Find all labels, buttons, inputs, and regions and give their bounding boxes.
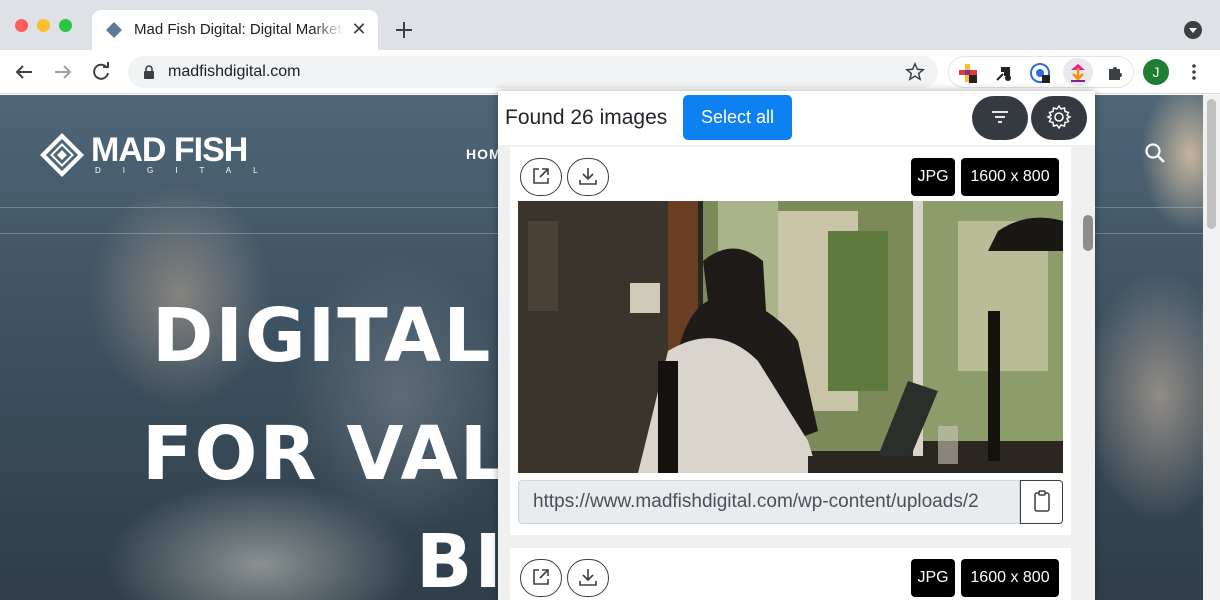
filter-icon	[992, 110, 1008, 123]
reload-icon[interactable]	[89, 60, 113, 84]
nav-home-link[interactable]: HOM	[466, 146, 502, 162]
image-url-field[interactable]: https://www.madfishdigital.com/wp-conten…	[518, 480, 1020, 524]
lock-icon	[144, 65, 154, 79]
image-card: JPG 1600 x 800	[510, 548, 1071, 600]
copy-url-button[interactable]	[1020, 480, 1063, 524]
maximize-window-button[interactable]	[59, 19, 72, 32]
site-favicon-icon	[106, 22, 122, 38]
download-icon	[579, 167, 597, 185]
download-icon	[579, 568, 597, 586]
back-arrow-icon[interactable]	[12, 60, 36, 84]
page-scrollbar[interactable]	[1203, 95, 1220, 600]
filter-button[interactable]	[972, 96, 1028, 140]
page-scrollbar-thumb[interactable]	[1207, 99, 1216, 229]
browser-toolbar: madfishdigital.com J	[0, 50, 1220, 94]
kebab-menu-icon[interactable]	[1186, 62, 1202, 82]
plus-icon[interactable]	[392, 18, 416, 42]
logo-text: MAD FISH	[91, 131, 248, 169]
open-external-icon	[533, 568, 549, 585]
address-bar[interactable]: madfishdigital.com	[128, 56, 938, 88]
image-downloader-popup: Found 26 images Select all JPG 1600 x 80…	[498, 91, 1095, 600]
address-url: madfishdigital.com	[168, 63, 301, 80]
close-window-button[interactable]	[15, 19, 28, 32]
popup-scrollbar[interactable]	[1081, 145, 1095, 600]
image-downloader-extension-icon[interactable]	[1067, 62, 1089, 84]
hero-line-1: DIGITAL	[152, 293, 493, 379]
browser-tab[interactable]: Mad Fish Digital: Digital Marketing Agen…	[92, 10, 378, 50]
format-badge: JPG	[911, 158, 955, 196]
image-preview[interactable]	[518, 201, 1063, 473]
profile-avatar[interactable]: J	[1143, 59, 1169, 85]
tab-strip: Mad Fish Digital: Digital Marketing Agen…	[0, 0, 1220, 50]
image-card: JPG 1600 x 800	[510, 147, 1071, 535]
privacy-extension-icon[interactable]	[1029, 62, 1051, 84]
puzzle-icon[interactable]	[1105, 62, 1127, 84]
popup-scrollbar-thumb[interactable]	[1083, 215, 1093, 251]
download-image-button[interactable]	[567, 559, 609, 597]
tab-search-icon[interactable]	[1184, 21, 1202, 39]
hero-line-3: BI	[416, 519, 504, 600]
open-image-button[interactable]	[520, 559, 562, 597]
tool-extension-icon[interactable]	[993, 62, 1015, 84]
forward-arrow-icon[interactable]	[51, 60, 75, 84]
color-picker-extension-icon[interactable]	[957, 62, 979, 84]
browser-window: Mad Fish Digital: Digital Marketing Agen…	[0, 0, 1220, 600]
star-icon[interactable]	[904, 61, 926, 83]
settings-button[interactable]	[1031, 96, 1087, 140]
open-image-button[interactable]	[520, 158, 562, 196]
logo-mark-icon	[40, 133, 84, 177]
format-badge: JPG	[911, 559, 955, 597]
tab-close-button[interactable]: ✕	[350, 20, 368, 38]
open-external-icon	[533, 167, 549, 184]
tab-title: Mad Fish Digital: Digital Marketing Agen…	[134, 21, 344, 38]
hero-line-2: FOR VAL	[142, 411, 509, 497]
search-icon[interactable]	[1144, 142, 1166, 164]
dimensions-badge: 1600 x 800	[961, 559, 1059, 597]
dimensions-badge: 1600 x 800	[961, 158, 1059, 196]
found-count: Found 26 images	[505, 106, 668, 129]
clipboard-icon	[1033, 489, 1050, 512]
select-all-button[interactable]: Select all	[683, 95, 792, 140]
site-logo[interactable]: MAD FISH DIGITAL	[38, 131, 268, 179]
logo-subtext: DIGITAL	[95, 166, 280, 175]
extensions-area	[948, 56, 1134, 88]
popup-header: Found 26 images Select all	[498, 91, 1095, 145]
minimize-window-button[interactable]	[37, 19, 50, 32]
download-image-button[interactable]	[567, 158, 609, 196]
gear-icon	[1046, 104, 1072, 129]
